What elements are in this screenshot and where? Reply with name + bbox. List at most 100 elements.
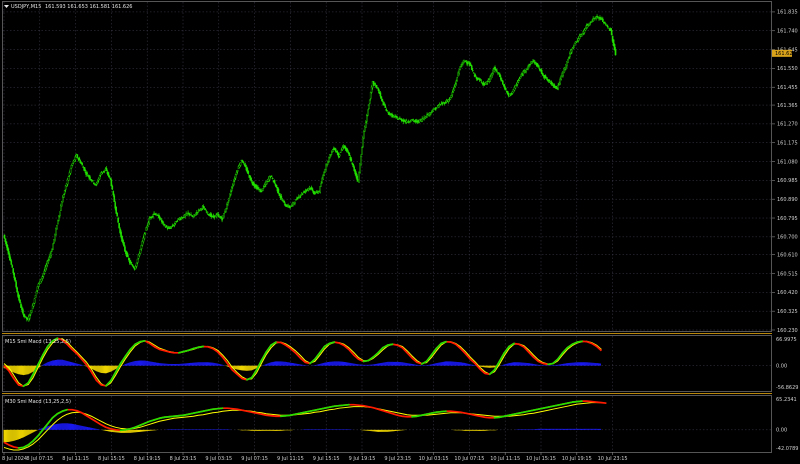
candle-body — [235, 172, 238, 175]
candle-body — [113, 195, 116, 203]
candle-body — [58, 215, 60, 221]
candle-body — [472, 72, 475, 74]
candle-body — [590, 21, 593, 23]
candle-body — [19, 299, 21, 303]
candle-body — [69, 168, 72, 174]
candle-body — [577, 38, 580, 41]
candle-body — [223, 213, 225, 218]
candle-body — [383, 103, 386, 106]
m15-macd-rising-segment — [386, 343, 394, 346]
candle-body — [207, 213, 210, 215]
candle-body — [196, 211, 199, 213]
candle-body — [265, 181, 268, 185]
candle-body — [377, 88, 380, 91]
candle-body — [465, 60, 467, 62]
candle-body — [117, 217, 119, 223]
candle-body — [527, 66, 529, 69]
candle-body — [526, 68, 528, 70]
candle-body — [435, 107, 438, 109]
candle-body — [250, 178, 253, 182]
candle-body — [388, 112, 390, 115]
m15-macd-rising-segment — [139, 340, 146, 343]
candle-body — [545, 77, 548, 79]
candle-body — [150, 217, 152, 219]
candle-body — [144, 232, 147, 234]
candle-body — [71, 163, 74, 166]
candle-body — [94, 184, 97, 186]
candle-body — [283, 200, 286, 203]
candle-body — [190, 214, 192, 216]
candle-body — [258, 188, 260, 190]
candle-body — [456, 77, 458, 82]
candle-body — [169, 227, 172, 229]
candle-body — [409, 120, 412, 123]
candle-body — [341, 147, 344, 150]
candle-body — [480, 81, 483, 83]
candle-body — [59, 211, 61, 217]
candle-body — [290, 205, 292, 207]
candle-body — [247, 171, 250, 174]
candle-body — [573, 42, 576, 46]
candle-body — [218, 215, 220, 218]
candle-body — [373, 83, 376, 85]
candle-body — [138, 253, 141, 256]
candle-body — [188, 212, 190, 215]
candle-body — [105, 168, 108, 171]
candle-body — [37, 283, 40, 287]
candle-body — [12, 268, 15, 274]
time-tick-label: 9 Jul 15:15 — [313, 456, 340, 462]
candle-body — [70, 165, 73, 169]
candle-body — [162, 220, 164, 224]
time-tick-label: 9 Jul 03:15 — [205, 456, 232, 462]
candle-body — [559, 78, 561, 84]
price-tick-label: 160.890 — [777, 197, 798, 203]
candle-body — [175, 221, 178, 223]
candle-body — [275, 184, 278, 188]
candle-body — [605, 25, 608, 27]
candle-body — [63, 190, 66, 194]
candle-body — [500, 77, 502, 80]
candle-body — [92, 180, 94, 182]
candle-body — [320, 183, 322, 187]
candle-body — [551, 83, 554, 85]
candle-body — [595, 16, 597, 19]
candle-body — [381, 99, 384, 102]
candle-body — [60, 205, 62, 211]
candle-body — [179, 218, 182, 220]
candle-body — [234, 174, 237, 179]
candle-body — [96, 180, 99, 184]
candle-body — [42, 273, 45, 277]
candle-body — [242, 162, 245, 164]
candle-body — [367, 109, 369, 116]
price-tick-label: 160.230 — [777, 328, 798, 334]
candle-body — [521, 74, 524, 76]
candle-body — [366, 115, 368, 122]
candle-body — [116, 212, 118, 217]
m30-axis-label: 65.2341 — [776, 397, 797, 403]
candle-body — [606, 26, 609, 28]
candle-body — [226, 204, 228, 209]
candle-body — [47, 260, 49, 263]
candle-body — [232, 181, 235, 186]
candle-body — [346, 149, 349, 152]
candle-body — [136, 258, 139, 263]
candle-body — [499, 74, 501, 78]
candle-body — [474, 75, 477, 77]
candle-body — [503, 84, 505, 87]
time-tick-label: 9 Jul 07:15 — [241, 456, 268, 462]
candle-body — [389, 114, 391, 116]
candle-body — [311, 188, 314, 191]
price-tick-label: 161.175 — [777, 141, 798, 147]
candle-body — [111, 185, 114, 190]
candle-body — [15, 281, 17, 288]
candle-body — [230, 191, 232, 195]
candle-body — [109, 177, 112, 180]
candle-body — [359, 163, 361, 173]
candle-body — [20, 303, 22, 308]
candle-body — [90, 179, 92, 181]
candle-body — [139, 248, 142, 254]
candle-body — [206, 211, 209, 213]
candle-body — [143, 233, 146, 239]
candle-body — [56, 225, 58, 230]
m15-axis-label: -56.8629 — [776, 385, 798, 391]
